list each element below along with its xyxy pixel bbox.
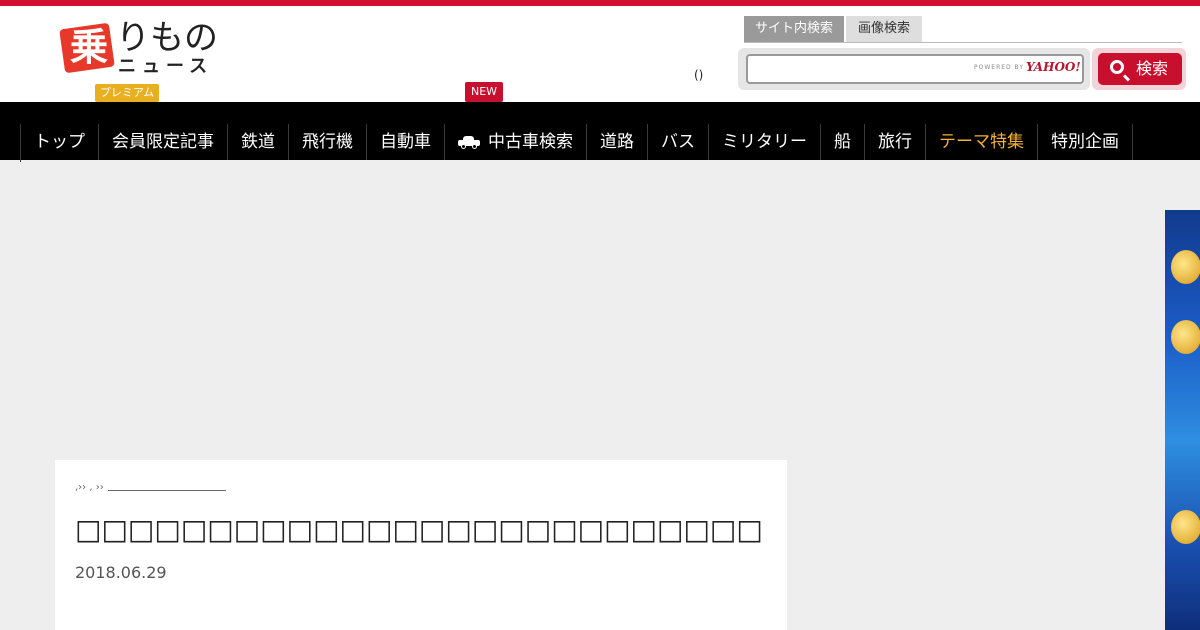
- nav-item-car[interactable]: 自動車: [367, 124, 445, 160]
- nav-item-bus[interactable]: バス: [648, 124, 709, 160]
- premium-badge: プレミアム: [95, 84, 159, 102]
- nav-item-ship[interactable]: 船: [821, 124, 865, 160]
- tab-image-search[interactable]: 画像検索: [846, 16, 922, 42]
- nav-item-label: テーマ特集: [939, 132, 1024, 152]
- search-divider: [744, 42, 1182, 43]
- breadcrumb-underline: [107, 490, 226, 491]
- powered-by-label: POWERED BY: [974, 64, 1025, 71]
- new-badge: NEW: [465, 82, 503, 102]
- breadcrumb[interactable]: ,›› , ››: [75, 482, 226, 493]
- car-icon: [458, 136, 480, 149]
- ad-coin-graphic: [1171, 510, 1200, 544]
- yahoo-logo: YAHOO!: [1026, 60, 1081, 74]
- logo-text-sub: ニュース: [118, 56, 214, 77]
- side-advertisement[interactable]: [1165, 210, 1200, 630]
- nav-item-label: 旅行: [878, 132, 912, 152]
- logo-text-main: りもの: [116, 18, 218, 58]
- nav-item-railway[interactable]: 鉄道: [228, 124, 289, 160]
- nav-item-label: 鉄道: [241, 132, 275, 152]
- ad-coin-graphic: [1171, 250, 1200, 284]
- header-paren-text: (): [694, 68, 704, 82]
- nav-item-used-car-search[interactable]: 中古車検索: [445, 124, 587, 160]
- nav-item-label: 道路: [600, 132, 634, 152]
- site-logo[interactable]: 乗 りもの ニュース: [58, 18, 228, 82]
- article-date: 2018.06.29: [75, 563, 167, 582]
- nav-item-label: 会員限定記事: [112, 132, 214, 152]
- article-card: ,›› , ›› □□□□□□□□□□□□□□□□□□□□□□□□□□□□□□□…: [55, 460, 787, 630]
- nav-item-label: トップ: [34, 132, 85, 152]
- nav-item-label: 飛行機: [302, 132, 353, 152]
- nav-list: トップ 会員限定記事 鉄道 飛行機 自動車 中古車検索 道路 バス ミリタリー …: [20, 124, 1133, 162]
- nav-item-road[interactable]: 道路: [587, 124, 648, 160]
- nav-item-label: ミリタリー: [722, 132, 807, 152]
- nav-item-members[interactable]: 会員限定記事: [99, 124, 228, 160]
- logo-mark: 乗: [59, 22, 116, 74]
- main-nav: トップ 会員限定記事 鉄道 飛行機 自動車 中古車検索 道路 バス ミリタリー …: [0, 102, 1200, 162]
- search-icon: [1110, 60, 1124, 74]
- nav-item-special[interactable]: 特別企画: [1038, 124, 1133, 160]
- nav-item-theme-features[interactable]: テーマ特集: [926, 124, 1038, 160]
- article-title: □□□□□□□□□□□□□□□□□□□□□□□□□□□□□□□□□□□□□□□: [75, 513, 765, 546]
- nav-item-label: 自動車: [380, 132, 431, 152]
- search-button[interactable]: 検索: [1098, 53, 1182, 85]
- ad-coin-graphic: [1171, 320, 1200, 354]
- nav-item-label: 中古車検索: [488, 132, 573, 152]
- nav-item-top[interactable]: トップ: [21, 124, 99, 160]
- nav-item-aircraft[interactable]: 飛行機: [289, 124, 367, 160]
- nav-item-label: 特別企画: [1051, 132, 1119, 152]
- tab-site-search[interactable]: サイト内検索: [744, 16, 844, 42]
- nav-item-label: 船: [834, 132, 851, 152]
- search-button-label: 検索: [1135, 59, 1168, 78]
- nav-item-travel[interactable]: 旅行: [865, 124, 926, 160]
- logo-mark-char: 乗: [69, 25, 108, 69]
- nav-item-label: バス: [661, 132, 695, 152]
- breadcrumb-text: ,›› , ››: [75, 482, 104, 493]
- nav-item-military[interactable]: ミリタリー: [709, 124, 821, 160]
